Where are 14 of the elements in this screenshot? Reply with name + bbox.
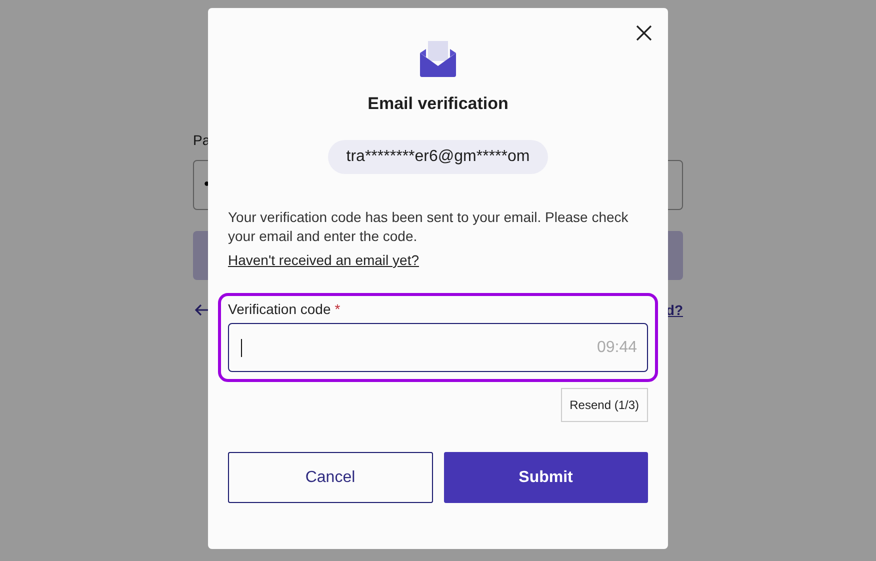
close-icon[interactable] — [636, 25, 652, 41]
email-address: tra********er6@gm*****om — [328, 140, 548, 174]
dialog-title: Email verification — [368, 94, 508, 114]
message-text: Your verification code has been sent to your email. Please check your email and enter the code. — [228, 208, 630, 246]
required-mark: * — [334, 301, 340, 317]
text-cursor — [241, 338, 242, 356]
submit-button[interactable]: Submit — [444, 452, 648, 503]
countdown-timer: 09:44 — [596, 338, 637, 356]
field-label: Verification code — [228, 301, 331, 317]
back-arrow-icon[interactable] — [195, 304, 211, 316]
envelope-icon — [419, 41, 457, 77]
cancel-button[interactable]: Cancel — [228, 452, 432, 503]
resend-help-link[interactable]: Haven't received an email yet? — [228, 252, 419, 268]
resend-button[interactable]: Resend (1/3) — [560, 388, 648, 422]
